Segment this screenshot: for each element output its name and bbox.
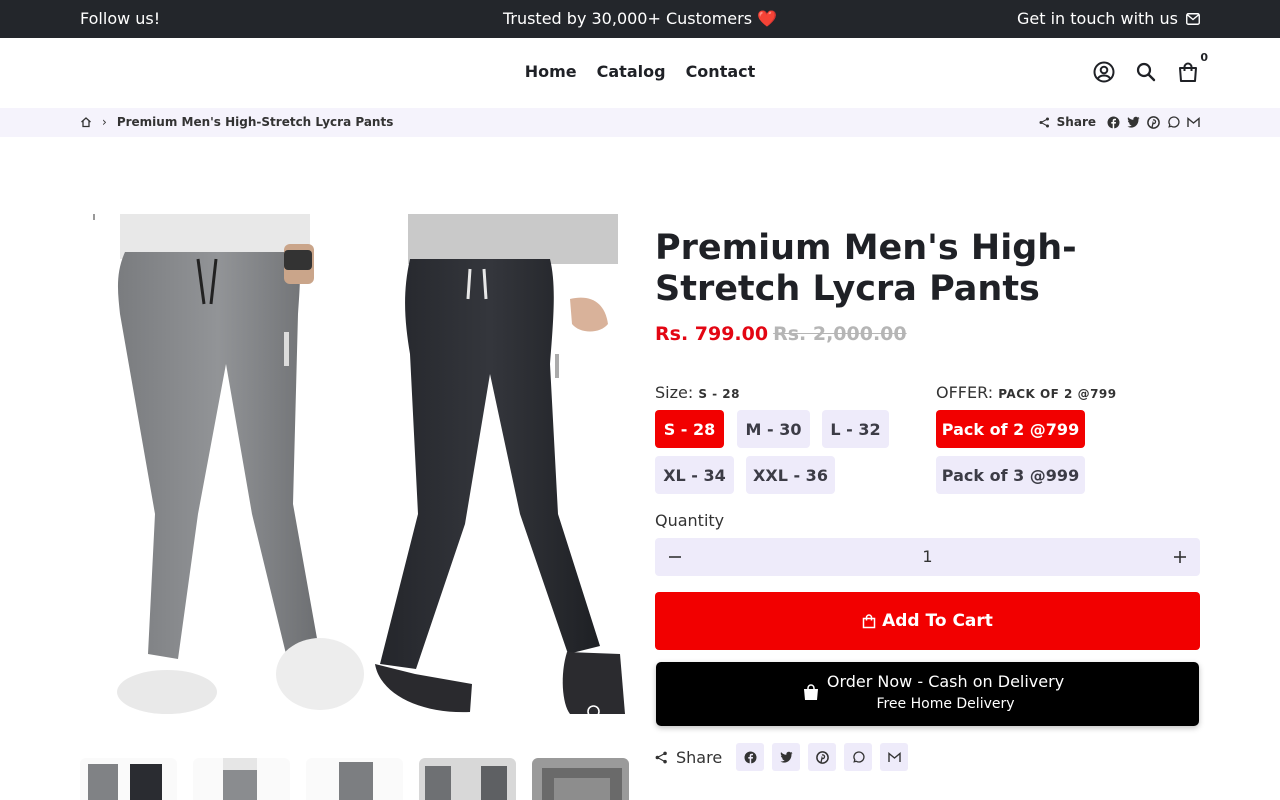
product-share: Share xyxy=(655,743,909,771)
email-icon[interactable] xyxy=(1187,116,1200,128)
pinterest-icon[interactable] xyxy=(1147,115,1160,129)
plus-icon[interactable] xyxy=(1170,547,1190,567)
twitter-icon xyxy=(780,751,793,763)
share-email-button[interactable] xyxy=(880,743,909,771)
size-option-m[interactable]: M - 30 xyxy=(737,410,810,448)
product-title: Premium Men's High-Stretch Lycra Pants xyxy=(655,228,1077,309)
breadcrumb-separator: › xyxy=(102,115,107,129)
contact-link-label: Get in touch with us xyxy=(1016,9,1178,28)
whatsapp-icon xyxy=(852,750,865,763)
email-icon xyxy=(887,751,901,762)
size-option-l[interactable]: L - 32 xyxy=(822,410,889,448)
pinterest-icon xyxy=(815,750,829,764)
whatsapp-icon[interactable] xyxy=(1167,115,1180,129)
thumbnail-1[interactable] xyxy=(80,758,177,800)
share-facebook-button[interactable] xyxy=(736,743,765,771)
cart-count-badge: 0 xyxy=(1200,51,1208,64)
thumbnail-strip xyxy=(80,758,629,800)
mail-icon xyxy=(1186,12,1200,25)
size-selected-value: S - 28 xyxy=(698,387,741,401)
share-label: Share xyxy=(676,747,723,767)
twitter-icon[interactable] xyxy=(1127,116,1140,128)
offer-label-text: OFFER: xyxy=(936,383,994,402)
search-icon[interactable] xyxy=(1134,60,1158,84)
breadcrumb-share: Share xyxy=(1039,115,1200,129)
quantity-label: Quantity xyxy=(655,511,725,530)
share-twitter-button[interactable] xyxy=(772,743,801,771)
nav-item-home[interactable]: Home xyxy=(525,62,577,81)
add-to-cart-label: Add To Cart xyxy=(882,611,993,631)
size-option-s[interactable]: S - 28 xyxy=(655,410,724,448)
compare-price: Rs. 2,000.00 xyxy=(773,323,907,345)
main-nav: Home Catalog Contact xyxy=(0,62,1280,81)
thumbnail-2[interactable] xyxy=(193,758,290,800)
product-image[interactable] xyxy=(80,214,628,724)
trust-text: Trusted by 30,000+ Customers xyxy=(502,9,753,28)
thumbnail-3[interactable] xyxy=(306,758,403,800)
bag-icon xyxy=(862,613,876,628)
size-label-text: Size: xyxy=(655,383,694,402)
offer-selected-value: PACK OF 2 @799 xyxy=(998,387,1117,401)
quantity-input[interactable]: 1 xyxy=(655,547,1200,566)
cod-title: Order Now - Cash on Delivery xyxy=(826,672,1065,691)
thumbnail-4[interactable] xyxy=(419,758,516,800)
breadcrumb-bar: › Premium Men's High-Stretch Lycra Pants… xyxy=(0,108,1280,137)
zoom-icon[interactable] xyxy=(586,704,604,722)
offer-option-pack-2[interactable]: Pack of 2 @799 xyxy=(936,410,1085,448)
size-label: Size: S - 28 xyxy=(655,383,740,402)
size-option-xl[interactable]: XL - 34 xyxy=(655,456,734,494)
share-icon xyxy=(655,751,667,763)
share-whatsapp-button[interactable] xyxy=(844,743,873,771)
breadcrumb-current: Premium Men's High-Stretch Lycra Pants xyxy=(116,115,394,129)
heart-icon: ❤️ xyxy=(757,9,778,28)
site-header: Home Catalog Contact 0 xyxy=(0,38,1280,108)
size-option-xxl[interactable]: XXL - 36 xyxy=(746,456,835,494)
breadcrumb-share-label: Share xyxy=(1056,115,1096,129)
thumbnail-5[interactable] xyxy=(532,758,629,800)
nav-item-contact[interactable]: Contact xyxy=(686,62,756,81)
share-icon xyxy=(1039,117,1049,127)
pants-photo xyxy=(93,214,625,714)
facebook-icon[interactable] xyxy=(1107,116,1120,129)
sale-price: Rs. 799.00 xyxy=(655,323,769,345)
cod-subtitle: Free Home Delivery xyxy=(876,696,1015,712)
add-to-cart-button[interactable]: Add To Cart xyxy=(655,592,1200,650)
home-icon[interactable] xyxy=(80,116,92,128)
share-pinterest-button[interactable] xyxy=(808,743,837,771)
header-icons: 0 xyxy=(1092,51,1208,84)
offer-option-pack-3[interactable]: Pack of 3 @999 xyxy=(936,456,1085,494)
cart-icon[interactable]: 0 xyxy=(1176,51,1208,84)
quantity-stepper: 1 xyxy=(655,538,1200,576)
nav-item-catalog[interactable]: Catalog xyxy=(597,62,666,81)
price-block: Rs. 799.00 Rs. 2,000.00 xyxy=(655,323,907,345)
announcement-bar: Follow us! Trusted by 30,000+ Customers … xyxy=(0,0,1280,38)
account-icon[interactable] xyxy=(1092,60,1116,84)
facebook-icon xyxy=(744,751,757,764)
cod-order-button[interactable]: Order Now - Cash on Delivery Free Home D… xyxy=(656,662,1199,726)
breadcrumb: › Premium Men's High-Stretch Lycra Pants xyxy=(80,115,393,129)
contact-link[interactable]: Get in touch with us xyxy=(1017,9,1200,28)
offer-label: OFFER: PACK OF 2 @799 xyxy=(936,383,1117,402)
